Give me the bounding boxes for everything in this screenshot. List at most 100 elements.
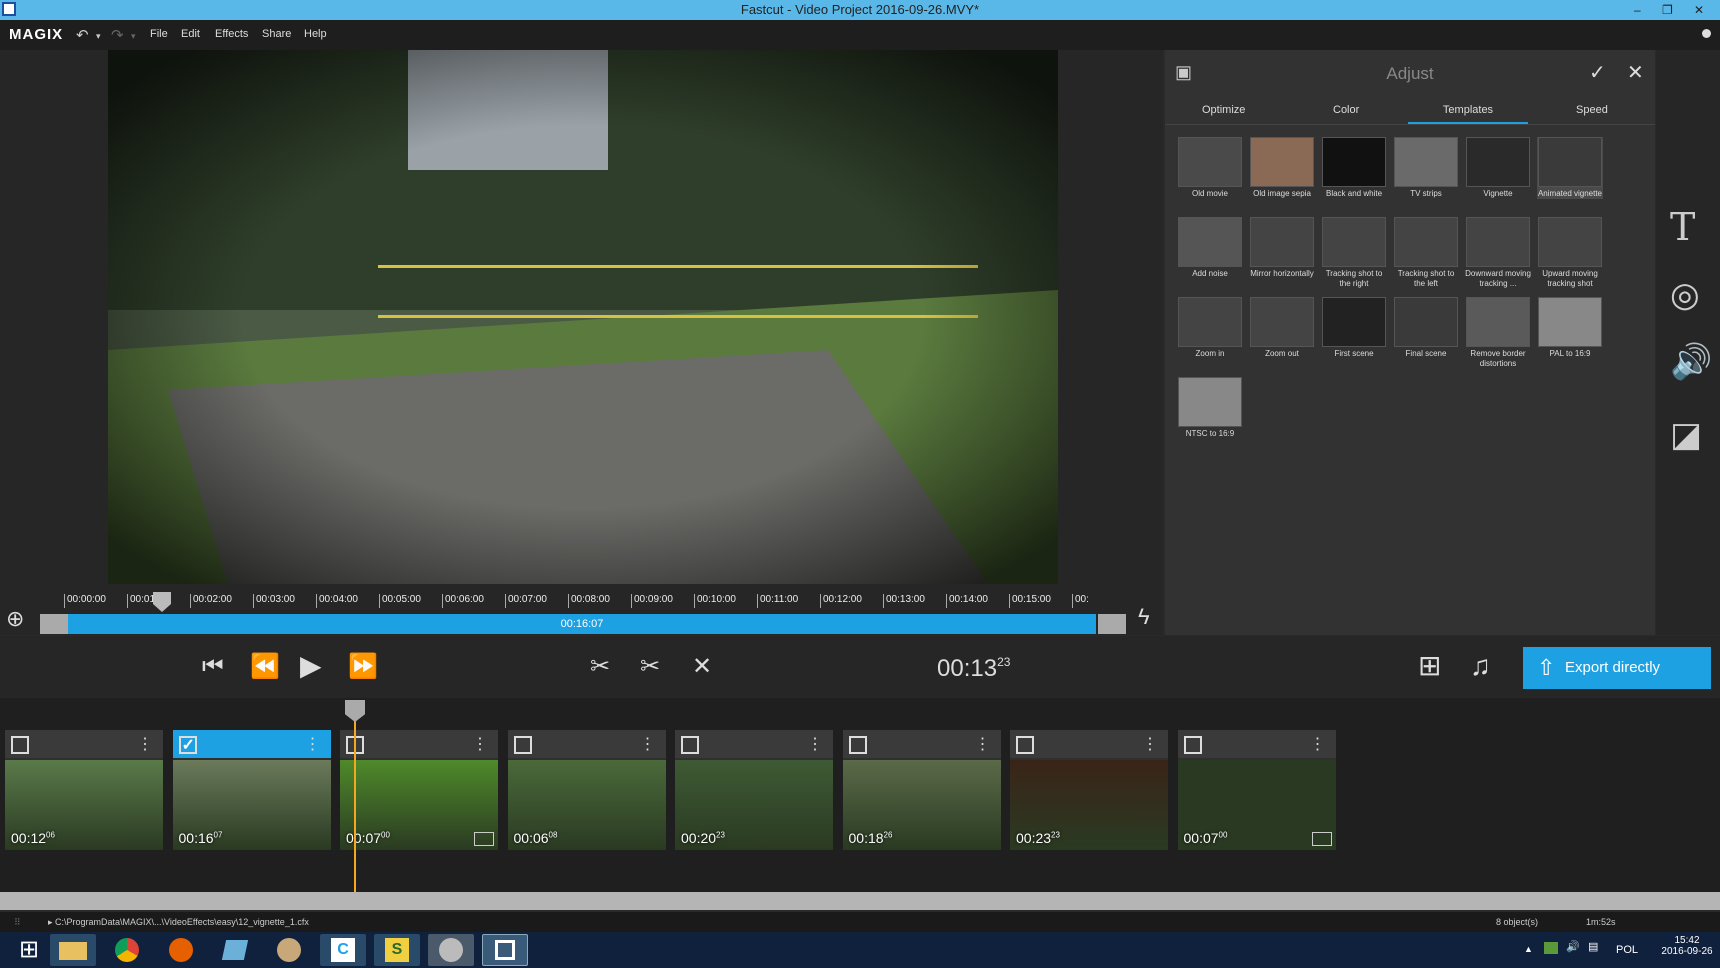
transition-tool-icon[interactable]: ◪ <box>1670 415 1702 455</box>
add-music-icon[interactable]: ♫ <box>1470 652 1491 680</box>
template-item[interactable]: PAL to 16:9 <box>1537 297 1603 359</box>
template-item[interactable]: Old movie <box>1177 137 1243 199</box>
firefox-taskbar-icon[interactable] <box>158 934 204 966</box>
undo-dropdown-icon[interactable]: ▾ <box>96 31 101 42</box>
ruler-tick: 00:05:00 <box>379 594 421 608</box>
close-panel-icon[interactable]: ✕ <box>1627 60 1644 85</box>
timeline-range-bar[interactable]: 00:16:07 <box>68 614 1096 634</box>
clip-item[interactable]: ⋮ 00:0700 <box>1177 730 1336 850</box>
template-item[interactable]: Downward moving tracking ... <box>1465 217 1531 289</box>
template-item[interactable]: Final scene <box>1393 297 1459 359</box>
redo-dropdown-icon[interactable]: ▾ <box>131 31 136 42</box>
effects-tool-icon[interactable]: ◎ <box>1670 275 1700 315</box>
play-icon[interactable]: ▶ <box>300 652 322 680</box>
volume-tray-icon[interactable]: 🔊 <box>1566 940 1580 953</box>
text-tool-icon[interactable]: T <box>1670 205 1695 249</box>
clip-item[interactable]: ⋮ 00:1206 <box>5 730 163 850</box>
undo-icon[interactable]: ↶ <box>76 26 89 44</box>
split-scene-icon[interactable]: ✂ <box>590 655 610 679</box>
minimize-icon[interactable]: – <box>1634 0 1641 20</box>
clip-checkbox[interactable] <box>681 736 699 754</box>
tab-speed[interactable]: Speed <box>1576 104 1608 116</box>
clip-checkbox[interactable] <box>178 735 197 755</box>
audio-tool-icon[interactable]: 🔊 <box>1670 342 1712 382</box>
template-item[interactable]: Zoom in <box>1177 297 1243 359</box>
clip-checkbox[interactable] <box>11 736 29 754</box>
clip-item[interactable]: ⋮ 00:0700 <box>340 730 498 850</box>
template-item[interactable]: Upward moving tracking shot <box>1537 217 1603 289</box>
template-item[interactable]: Old image sepia <box>1249 137 1315 199</box>
delete-icon[interactable]: ✕ <box>692 655 712 679</box>
restore-icon[interactable]: ❐ <box>1662 0 1673 20</box>
template-item[interactable]: NTSC to 16:9 <box>1177 377 1243 439</box>
clip-item[interactable]: ⋮ 00:1826 <box>842 730 1001 850</box>
clip-menu-icon[interactable]: ⋮ <box>472 734 488 754</box>
clip-menu-icon[interactable]: ⋮ <box>807 734 823 754</box>
language-indicator[interactable]: POL <box>1616 944 1638 956</box>
fastcut-taskbar-icon[interactable] <box>482 934 528 966</box>
clip-checkbox[interactable] <box>1183 736 1202 754</box>
lightning-icon[interactable]: ϟ <box>1138 604 1150 630</box>
notes-taskbar-icon[interactable] <box>212 934 258 966</box>
rewind-icon[interactable]: ⏪ <box>250 655 280 679</box>
network-tray-icon[interactable]: ▤ <box>1588 940 1598 953</box>
s-app-taskbar-icon[interactable]: S <box>374 934 420 966</box>
clip-item[interactable]: ⋮ 00:2323 <box>1010 730 1168 850</box>
clip-item[interactable]: ⋮ 00:0608 <box>507 730 666 850</box>
template-item[interactable]: First scene <box>1321 297 1387 359</box>
template-item[interactable]: Mirror horizontally <box>1249 217 1315 279</box>
windows-start-icon[interactable]: ⊞ <box>6 934 52 966</box>
clip-checkbox[interactable] <box>1016 736 1034 754</box>
clip-menu-icon[interactable]: ⋮ <box>1310 734 1326 754</box>
menu-help[interactable]: Help <box>304 28 327 40</box>
chrome-taskbar-icon[interactable] <box>104 934 150 966</box>
cut-icon[interactable]: ✂ <box>640 655 660 679</box>
menu-effects[interactable]: Effects <box>215 28 248 40</box>
go-to-start-icon[interactable]: ⏮ <box>202 655 224 679</box>
template-item[interactable]: Vignette <box>1465 137 1531 199</box>
range-start-handle[interactable] <box>40 614 68 634</box>
template-item[interactable]: Remove border distortions <box>1465 297 1531 369</box>
template-item[interactable]: Tracking shot to the left <box>1393 217 1459 289</box>
range-end-handle[interactable] <box>1098 614 1126 634</box>
template-item[interactable]: Add noise <box>1177 217 1243 279</box>
add-video-icon[interactable]: ⊞ <box>1418 652 1441 680</box>
close-window-icon[interactable]: ✕ <box>1694 0 1704 20</box>
video-preview[interactable] <box>108 50 1058 584</box>
confirm-icon[interactable]: ✓ <box>1589 60 1606 85</box>
clip-menu-icon[interactable]: ⋮ <box>1142 734 1158 754</box>
clip-menu-icon[interactable]: ⋮ <box>305 734 321 754</box>
menu-edit[interactable]: Edit <box>181 28 200 40</box>
clip-item[interactable]: ⋮ 00:2023 <box>675 730 833 850</box>
clip-menu-icon[interactable]: ⋮ <box>137 734 153 754</box>
redo-icon[interactable]: ↷ <box>111 26 124 44</box>
tray-arrow-icon[interactable]: ▲ <box>1524 944 1533 954</box>
clip-menu-icon[interactable]: ⋮ <box>640 734 656 754</box>
clip-item[interactable]: ⋮ 00:1607 <box>172 730 331 850</box>
menu-file[interactable]: File <box>150 28 168 40</box>
clip-menu-icon[interactable]: ⋮ <box>975 734 991 754</box>
c-app-taskbar-icon[interactable]: C <box>320 934 366 966</box>
app-icon[interactable] <box>2 2 16 16</box>
tab-optimize[interactable]: Optimize <box>1202 104 1245 116</box>
clip-checkbox[interactable] <box>848 736 867 754</box>
template-item[interactable]: Zoom out <box>1249 297 1315 359</box>
export-directly-button[interactable]: ⇧ Export directly <box>1523 647 1711 689</box>
tab-templates[interactable]: Templates <box>1408 104 1528 124</box>
clock[interactable]: 15:42 2016-09-26 <box>1660 935 1714 957</box>
disc-taskbar-icon[interactable] <box>428 934 474 966</box>
clip-checkbox[interactable] <box>513 736 532 754</box>
zoom-in-icon[interactable]: ⊕ <box>6 606 24 632</box>
fast-forward-icon[interactable]: ⏩ <box>348 655 378 679</box>
template-item[interactable]: TV strips <box>1393 137 1459 199</box>
template-item[interactable]: Black and white <box>1321 137 1387 199</box>
menu-share[interactable]: Share <box>262 28 291 40</box>
template-item[interactable]: Tracking shot to the right <box>1321 217 1387 289</box>
tab-color[interactable]: Color <box>1333 104 1359 116</box>
tray-app-icon[interactable] <box>1544 942 1558 954</box>
paint-taskbar-icon[interactable] <box>266 934 312 966</box>
explorer-taskbar-icon[interactable] <box>50 934 96 966</box>
horizontal-scrollbar[interactable] <box>0 892 1720 910</box>
template-item[interactable]: Animated vignette <box>1537 137 1603 199</box>
time-ruler[interactable]: 00:00:00 00:01:00 00:02:00 00:03:00 00:0… <box>64 592 1096 612</box>
